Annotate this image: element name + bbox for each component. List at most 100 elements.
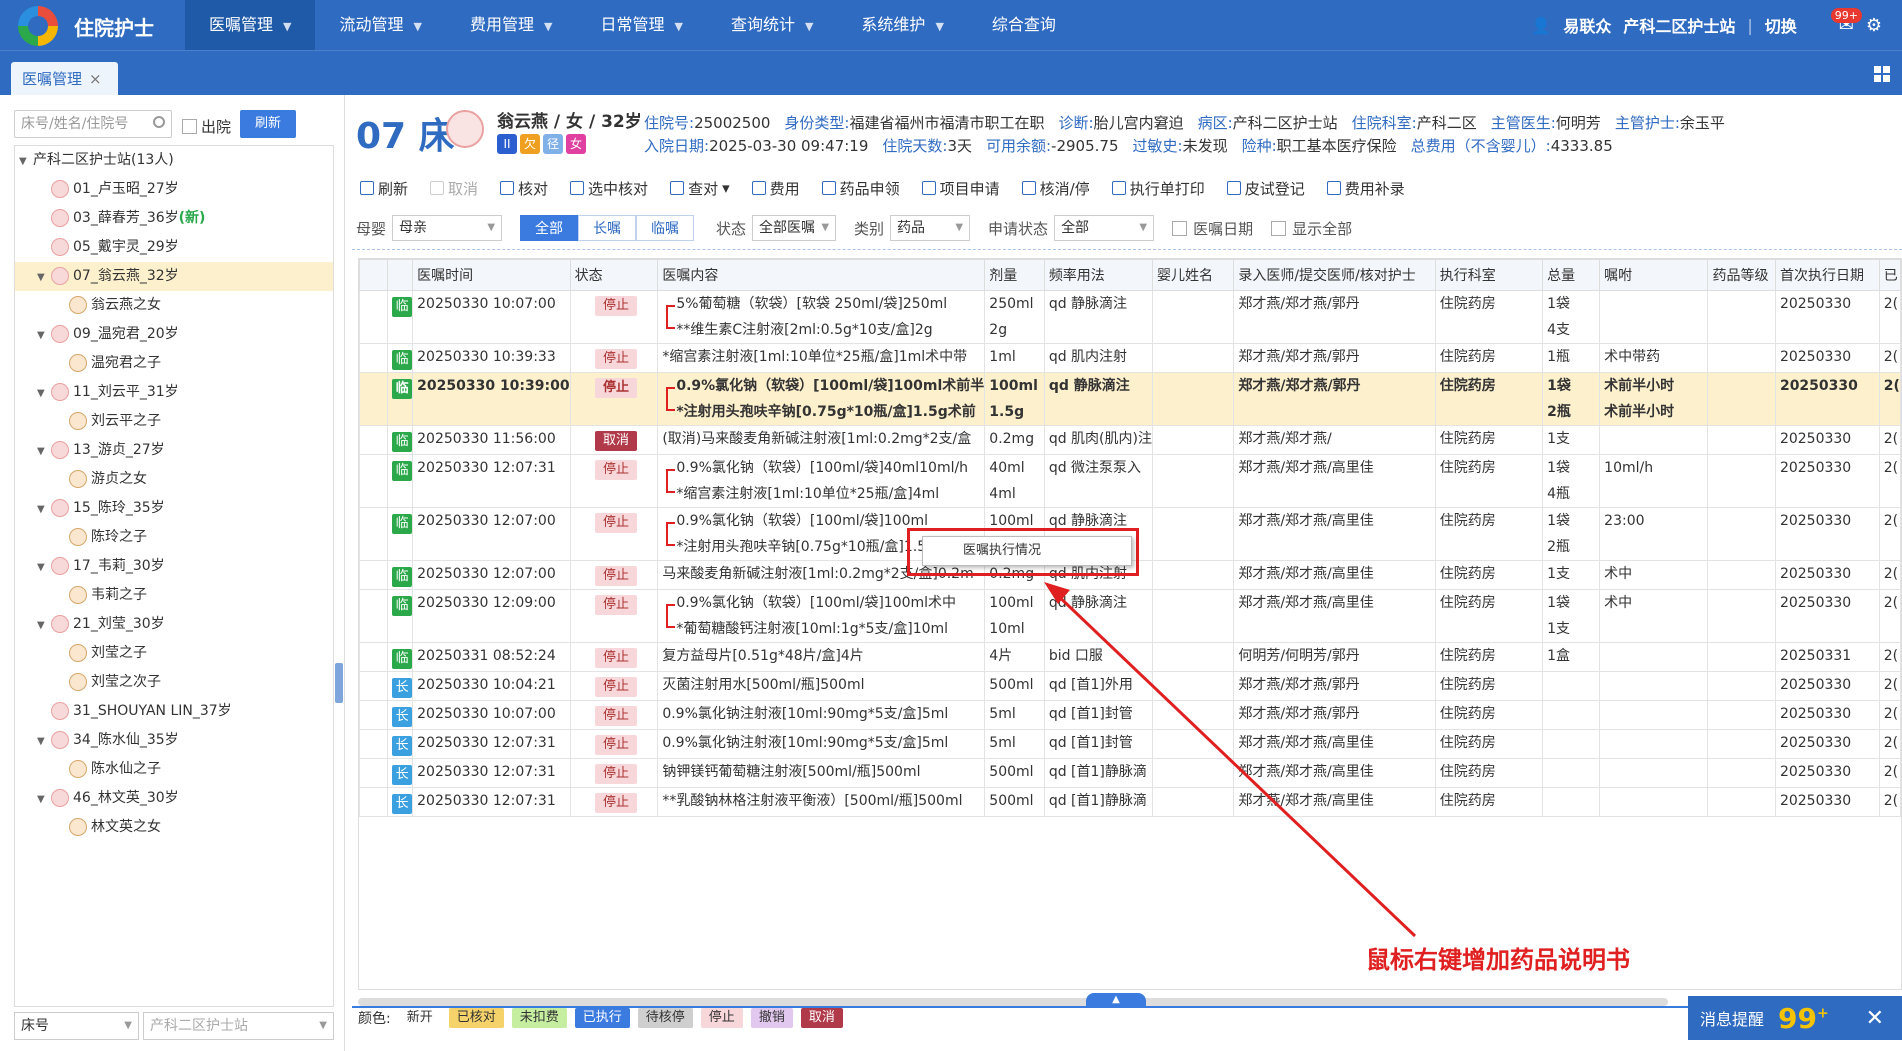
message-reminder[interactable]: 消息提醒 99+ ✕	[1688, 996, 1902, 1040]
toolbar-button-4[interactable]: 查对 ▾	[670, 178, 730, 199]
toolbar-button-2[interactable]: 核对	[500, 178, 548, 199]
toolbar-button-7[interactable]: 项目申请	[921, 178, 1000, 199]
tree-item[interactable]: 陈玲之子	[15, 523, 333, 552]
expand-icon[interactable]: ▼	[37, 495, 51, 524]
segment-option-0[interactable]: 全部	[520, 215, 579, 241]
expand-icon[interactable]: ▼	[37, 437, 51, 466]
toolbar-button-0[interactable]: 刷新	[360, 178, 408, 199]
nav-item-2[interactable]: 费用管理 ▼	[446, 0, 576, 50]
table-row[interactable]: 临 20250330 12:07:31 停止 0.9%氯化钠（软袋）[100ml/袋]…	[359, 454, 1901, 508]
tree-item[interactable]: ▼ 46_林文英_30岁	[15, 784, 333, 813]
table-row[interactable]: 临 20250331 08:52:24 停止 复方益母片[0.51g*48片/盒]4片…	[359, 642, 1901, 672]
toolbar-button-8[interactable]: 核消/停	[1021, 178, 1090, 199]
tree-item[interactable]: 01_卢玉昭_27岁	[15, 175, 333, 204]
settings-icon[interactable]: ⚙	[1866, 15, 1882, 36]
table-row[interactable]: 临 20250330 10:39:33 停止 *缩宫素注射液[1ml:10单位*25瓶…	[359, 343, 1901, 373]
patient-search-input[interactable]: 床号/姓名/住院号	[14, 110, 172, 138]
tree-item[interactable]: 刘莹之次子	[15, 668, 333, 697]
tree-item[interactable]: ▼ 13_游贞_27岁	[15, 436, 333, 465]
tree-item[interactable]: 游贞之女	[15, 465, 333, 494]
tree-item[interactable]: 韦莉之子	[15, 581, 333, 610]
ward-select[interactable]: 产科二区护士站 ▼	[143, 1012, 334, 1040]
tree-item[interactable]: 陈水仙之子	[15, 755, 333, 784]
nav-item-3[interactable]: 日常管理 ▼	[576, 0, 706, 50]
expand-icon[interactable]: ▼	[37, 785, 51, 814]
table-row[interactable]: 临 20250330 12:09:00 停止 0.9%氯化钠（软袋）[100ml/袋]…	[359, 589, 1901, 643]
expand-icon[interactable]: ▼	[37, 263, 51, 292]
table-row[interactable]: 长 20250330 12:07:31 停止 0.9%氯化钠注射液[10ml:90mg…	[359, 729, 1901, 759]
checkbox-icon[interactable]	[1271, 220, 1287, 236]
nav-item-6[interactable]: 综合查询	[968, 0, 1080, 50]
status-badge: 停止	[594, 677, 637, 697]
tree-item[interactable]: ▼ 07_翁云燕_32岁	[15, 262, 333, 291]
info-label: 过敏史:	[1132, 137, 1183, 155]
status-select[interactable]: 全部医嘱 ▼	[752, 215, 837, 241]
context-menu-item-execution[interactable]: 医嘱执行情况	[963, 543, 1041, 558]
show-all-checkbox[interactable]: 显示全部	[1271, 218, 1352, 239]
tree-item[interactable]: 翁云燕之女	[15, 291, 333, 320]
expand-icon[interactable]: ▼	[37, 553, 51, 582]
tree-item[interactable]: ▼ 34_陈水仙_35岁	[15, 726, 333, 755]
tree-item[interactable]: ▼ 11_刘云平_31岁	[15, 378, 333, 407]
tab-order-management[interactable]: 医嘱管理 ×	[11, 62, 118, 96]
table-row[interactable]: 临 20250330 10:07:00 停止 5%葡萄糖（软袋）[软袋 250ml/袋…	[359, 290, 1901, 344]
segment-option-1[interactable]: 长嘱	[578, 215, 637, 241]
grid-menu-icon[interactable]	[1874, 66, 1890, 82]
segment-option-2[interactable]: 临嘱	[636, 215, 695, 241]
tree-item[interactable]: 刘云平之子	[15, 407, 333, 436]
table-row[interactable]: 长 20250330 12:07:31 停止 **乳酸钠林格注射液平衡液）[500ml…	[359, 787, 1901, 817]
table-row[interactable]: 长 20250330 10:07:00 停止 0.9%氯化钠注射液[10ml:90mg…	[359, 700, 1901, 730]
nav-item-4[interactable]: 查询统计 ▼	[707, 0, 837, 50]
toolbar-button-1[interactable]: 取消	[430, 178, 478, 199]
toolbar-button-10[interactable]: 皮试登记	[1226, 178, 1305, 199]
search-icon[interactable]	[153, 116, 165, 128]
tree-item[interactable]: ▼ 09_温宛君_20岁	[15, 320, 333, 349]
user-name[interactable]: 易联众	[1563, 13, 1611, 37]
expand-icon[interactable]: ▼	[37, 321, 51, 350]
toolbar-button-6[interactable]: 药品申领	[821, 178, 900, 199]
expand-icon[interactable]: ▼	[37, 727, 51, 756]
nav-item-0[interactable]: 医嘱管理 ▼	[185, 0, 316, 50]
table-row[interactable]: 长 20250330 12:07:31 停止 钠钾镁钙葡萄糖注射液[500ml/瓶]5…	[359, 758, 1901, 788]
close-icon[interactable]: ×	[89, 70, 102, 88]
toolbar-button-9[interactable]: 执行单打印	[1111, 178, 1205, 199]
tree-item[interactable]: 03_薛春芳_36岁(新)	[15, 204, 333, 233]
sidebar-refresh-button[interactable]: 刷新	[240, 110, 296, 138]
tree-item[interactable]: 温宛君之子	[15, 349, 333, 378]
checkbox-icon[interactable]	[182, 119, 197, 134]
tree-item[interactable]: ▼ 15_陈玲_35岁	[15, 494, 333, 523]
mother-select[interactable]: 母亲 ▼	[392, 215, 503, 241]
toolbar-button-5[interactable]: 费用	[751, 178, 800, 199]
table-row[interactable]: 临 20250330 11:56:00 取消 (取消)马来酸麦角新碱注射液[1ml:0…	[359, 425, 1901, 455]
tree-item[interactable]: 31_SHOUYAN LIN_37岁	[15, 697, 333, 726]
table-cell: 临	[387, 372, 414, 426]
tree-item[interactable]: 05_戴宇灵_29岁	[15, 233, 333, 262]
tree-item[interactable]: 林文英之女	[15, 813, 333, 842]
checkbox-icon[interactable]	[1172, 220, 1188, 236]
nav-item-5[interactable]: 系统维护 ▼	[837, 0, 967, 50]
table-row[interactable]: 长 20250330 10:04:21 停止 灭菌注射用水[500ml/瓶]500ml…	[359, 671, 1901, 701]
expand-icon[interactable]: ▼	[37, 611, 51, 640]
nav-item-1[interactable]: 流动管理 ▼	[315, 0, 445, 50]
sidebar-splitter[interactable]	[335, 663, 343, 703]
bed-sort-select[interactable]: 床号 ▼	[14, 1012, 139, 1040]
category-select[interactable]: 药品 ▼	[890, 215, 971, 241]
toolbar-button-11[interactable]: 费用补录	[1326, 178, 1405, 199]
expand-icon[interactable]: ▼	[37, 379, 51, 408]
apply-status-select[interactable]: 全部 ▼	[1054, 215, 1155, 241]
toolbar-button-3[interactable]: 选中核对	[570, 178, 648, 199]
expand-icon[interactable]: ▼	[19, 147, 33, 176]
discharge-checkbox[interactable]: 出院	[182, 116, 231, 137]
horizontal-scrollbar[interactable]	[358, 998, 1668, 1006]
order-date-checkbox[interactable]: 医嘱日期	[1172, 218, 1253, 239]
close-icon[interactable]: ✕	[1866, 1006, 1884, 1031]
tree-item[interactable]: ▼ 21_刘莹_30岁	[15, 610, 333, 639]
table-row[interactable]: 临 20250330 10:39:00 停止 0.9%氯化钠（软袋）[100ml/袋]…	[359, 372, 1901, 426]
collapse-panel-button[interactable]: ▲	[1086, 993, 1146, 1007]
table-cell: 住院药房	[1434, 343, 1544, 373]
table-cell: 2(	[1878, 671, 1901, 701]
tree-root[interactable]: ▼ 产科二区护士站(13人)	[15, 146, 333, 175]
tree-item[interactable]: 刘莹之子	[15, 639, 333, 668]
tree-item[interactable]: ▼ 17_韦莉_30岁	[15, 552, 333, 581]
switch-button[interactable]: 切换	[1765, 13, 1797, 37]
